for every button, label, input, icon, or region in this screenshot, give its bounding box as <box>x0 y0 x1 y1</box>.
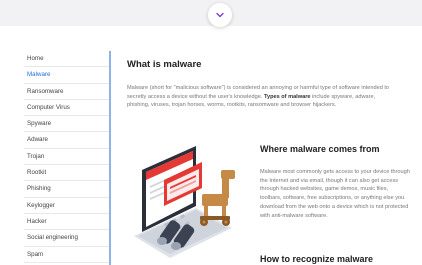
sidebar-nav: Home Malware Ransomware Computer Virus S… <box>24 51 111 265</box>
sidebar-item-phishing[interactable]: Phishing <box>24 181 109 198</box>
section-title-where-malware-comes-from: Where malware comes from <box>260 144 380 154</box>
chevron-down-icon <box>216 12 224 18</box>
sidebar-item-malware[interactable]: Malware <box>24 67 109 84</box>
sidebar-item-spyware[interactable]: Spyware <box>24 116 109 133</box>
sidebar-item-home[interactable]: Home <box>24 51 109 68</box>
section-body-what-is-malware: Malware (short for "malicious software")… <box>127 84 399 110</box>
sidebar-item-social-engineering[interactable]: Social engineering <box>24 230 109 247</box>
sidebar-item-hacker[interactable]: Hacker <box>24 214 109 231</box>
laptop-trojan-horse-illustration <box>134 146 235 258</box>
sidebar-item-keylogger[interactable]: Keylogger <box>24 198 109 214</box>
body-bold-text: Types of malware <box>263 93 311 100</box>
sidebar-item-computer-virus[interactable]: Computer Virus <box>24 100 109 117</box>
section-body-where-malware-comes-from: Malware most commonly gets access to you… <box>260 169 410 219</box>
sidebar-item-trojan[interactable]: Trojan <box>24 149 109 166</box>
sidebar-item-rootkit[interactable]: Rootkit <box>24 165 109 182</box>
scroll-down-button[interactable] <box>208 3 232 27</box>
section-title-what-is-malware: What is malware <box>127 59 202 70</box>
sidebar-item-ransomware[interactable]: Ransomware <box>24 84 109 100</box>
sidebar-item-adware[interactable]: Adware <box>24 132 109 149</box>
sidebar-item-spam[interactable]: Spam <box>24 247 109 263</box>
section-title-how-to-recognize-malware: How to recognize malware <box>260 254 374 264</box>
